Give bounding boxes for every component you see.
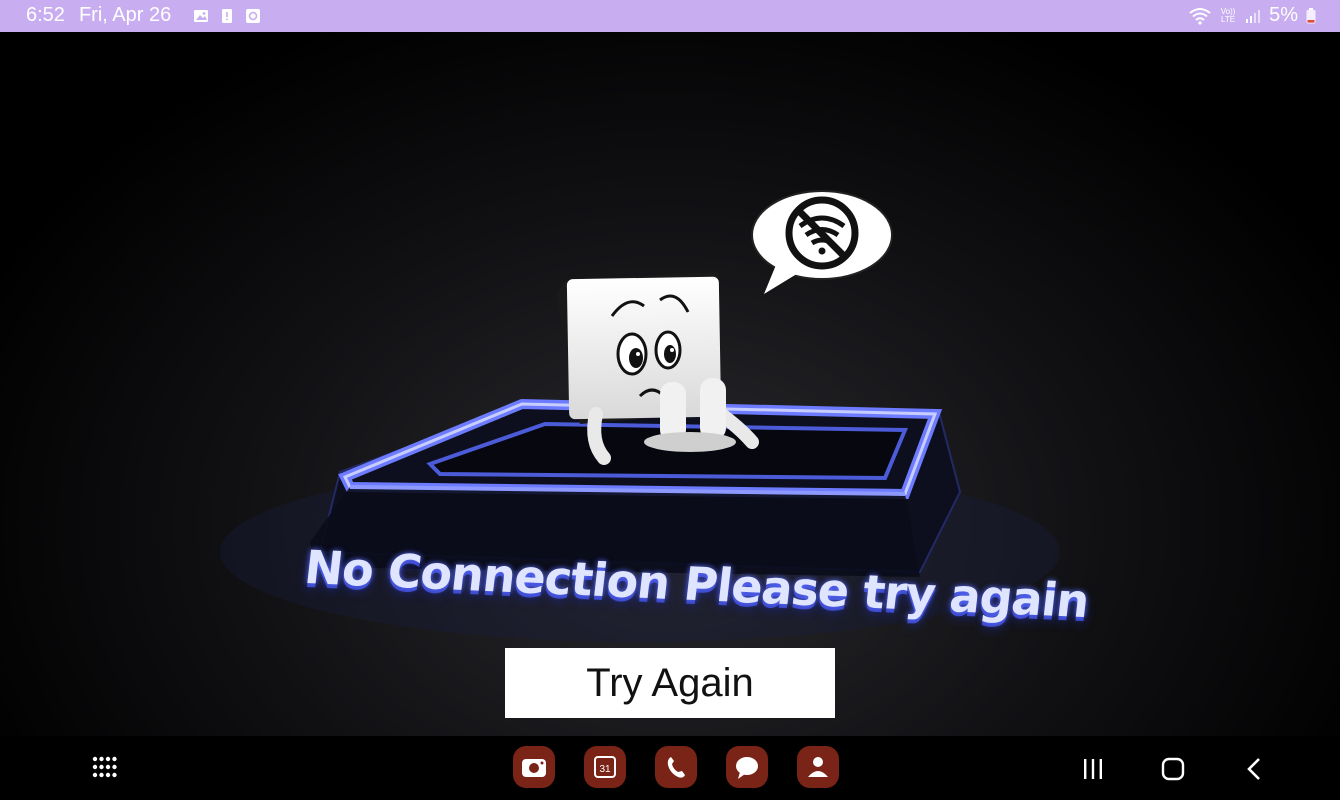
status-right: Vo)) LTE 5% bbox=[1189, 4, 1316, 27]
calendar-app[interactable]: 31 bbox=[584, 746, 626, 788]
wifi-icon bbox=[1189, 7, 1211, 25]
home-button[interactable] bbox=[1158, 754, 1188, 784]
date: Fri, Apr 26 bbox=[78, 4, 172, 26]
home-icon bbox=[1161, 757, 1185, 781]
screenshot-icon bbox=[246, 8, 261, 23]
navigation-bar: 31 bbox=[0, 736, 1340, 800]
status-left: 6:52 Fri, Apr 26 bbox=[26, 4, 261, 27]
back-button[interactable] bbox=[1240, 754, 1270, 784]
calendar-icon: 31 bbox=[594, 756, 616, 778]
camera-icon bbox=[522, 759, 546, 777]
camera-app[interactable] bbox=[513, 746, 555, 788]
status-bar: 6:52 Fri, Apr 26 Vo)) LTE 5% bbox=[0, 0, 1340, 32]
gallery-icon bbox=[194, 9, 209, 22]
clock: 6:52 bbox=[26, 4, 65, 26]
phone-app[interactable] bbox=[655, 746, 697, 788]
back-icon bbox=[1247, 758, 1260, 780]
messages-app[interactable] bbox=[726, 746, 768, 788]
alert-icon bbox=[222, 8, 233, 23]
recent-apps-button[interactable] bbox=[1078, 754, 1108, 784]
no-connection-screen: No Connection Please try again bbox=[0, 32, 1340, 736]
contacts-icon bbox=[808, 757, 828, 777]
contacts-app[interactable] bbox=[797, 746, 839, 788]
app-drawer-icon[interactable] bbox=[92, 756, 118, 782]
try-again-button[interactable]: Try Again bbox=[505, 648, 835, 718]
network-label: Vo)) LTE bbox=[1220, 6, 1236, 24]
no-connection-illustration bbox=[220, 190, 1060, 642]
recent-apps-icon bbox=[1084, 759, 1102, 779]
battery-percent: 5% bbox=[1269, 4, 1298, 26]
signal-icon bbox=[1246, 9, 1261, 23]
app-dock: 31 bbox=[513, 746, 839, 788]
phone-icon bbox=[667, 757, 685, 778]
messages-icon bbox=[736, 757, 758, 779]
svg-text:31: 31 bbox=[599, 764, 611, 775]
battery-icon bbox=[1306, 7, 1316, 23]
